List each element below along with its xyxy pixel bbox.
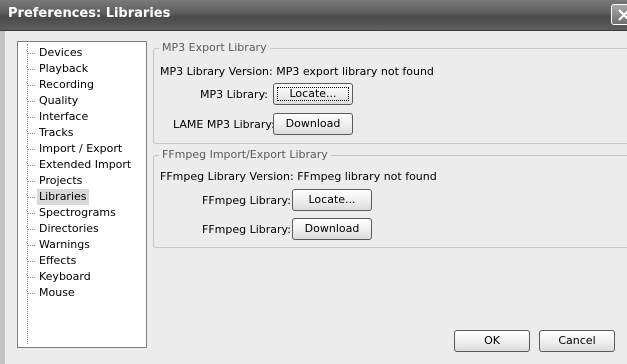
ffmpeg-download-label: Download <box>304 222 360 235</box>
tree-connector-line <box>27 44 28 344</box>
tree-item-label: Libraries <box>37 189 89 205</box>
cancel-button[interactable]: Cancel <box>539 330 615 352</box>
ffmpeg-group-title: FFmpeg Import/Export Library <box>159 148 331 161</box>
tree-item-label: Quality <box>39 94 79 107</box>
mp3-group-title: MP3 Export Library <box>159 41 270 54</box>
title-bar[interactable]: Preferences: Libraries <box>0 0 627 31</box>
cancel-label: Cancel <box>558 334 596 347</box>
ok-button[interactable]: OK <box>454 330 530 352</box>
tree-item-label: Keyboard <box>39 270 91 283</box>
tree-item-label: Projects <box>39 174 83 187</box>
tree-item-label: Warnings <box>39 238 90 251</box>
tree-item-label: Interface <box>39 110 89 123</box>
ok-label: OK <box>484 334 500 347</box>
tree-item-label: Import / Export <box>39 142 123 155</box>
window-title: Preferences: Libraries <box>8 6 171 21</box>
tree-item-label: Mouse <box>39 286 75 299</box>
focus-ring <box>277 87 349 101</box>
ffmpeg-locate-button[interactable]: Locate... <box>292 189 372 211</box>
tree-item-label: Spectrograms <box>39 206 116 219</box>
tree-item-label: Directories <box>39 222 99 235</box>
tree-item-label: Recording <box>39 78 95 91</box>
close-button[interactable] <box>611 4 627 25</box>
ffmpeg-locate-label: Locate... <box>308 193 356 206</box>
mp3-download-button[interactable]: Download <box>273 113 353 135</box>
tree-item-label: Tracks <box>39 126 74 139</box>
ffmpeg-library-label: FFmpeg Library: <box>202 194 291 207</box>
mp3-version-text: MP3 Library Version: MP3 export library … <box>160 65 434 78</box>
ffmpeg-download-button[interactable]: Download <box>292 218 372 240</box>
category-tree[interactable]: Devices Playback Recording Quality Inter… <box>17 41 147 348</box>
preferences-window: Preferences: Libraries Devices Playback … <box>0 0 627 364</box>
dialog-content: Devices Playback Recording Quality Inter… <box>5 31 627 364</box>
lame-library-label: LAME MP3 Library: <box>173 118 275 131</box>
mp3-library-label: MP3 Library: <box>200 88 268 101</box>
tree-item-label: Devices <box>39 46 83 59</box>
tree-item-label: Playback <box>39 62 89 75</box>
ffmpeg-library-label-2: FFmpeg Library: <box>202 223 291 236</box>
mp3-download-label: Download <box>285 117 341 130</box>
close-icon <box>618 9 627 21</box>
tree-item-label: Effects <box>39 254 77 267</box>
tree-item-label: Extended Import <box>39 158 132 171</box>
ffmpeg-version-text: FFmpeg Library Version: FFmpeg library n… <box>160 170 437 183</box>
mp3-locate-button[interactable]: Locate... <box>273 83 353 105</box>
